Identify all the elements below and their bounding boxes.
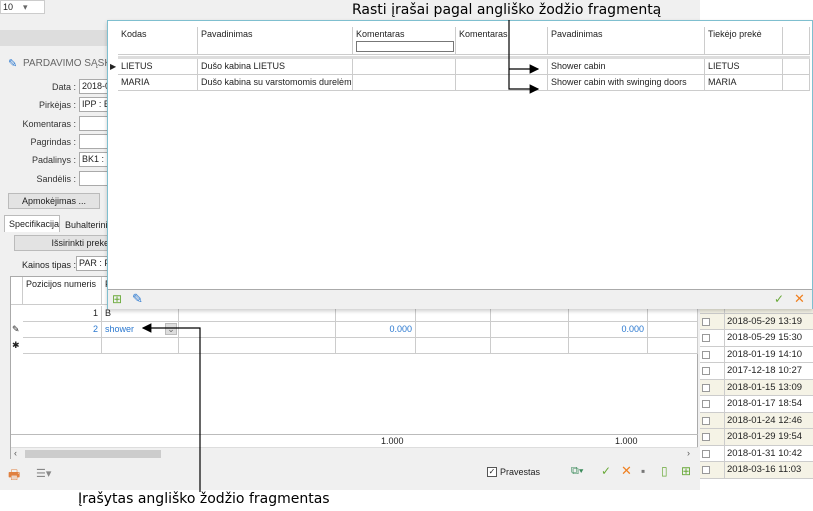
annotation-arrows — [141, 20, 540, 492]
arrow-to-shower-input — [141, 323, 201, 492]
arrow-to-row-2 — [508, 20, 540, 94]
